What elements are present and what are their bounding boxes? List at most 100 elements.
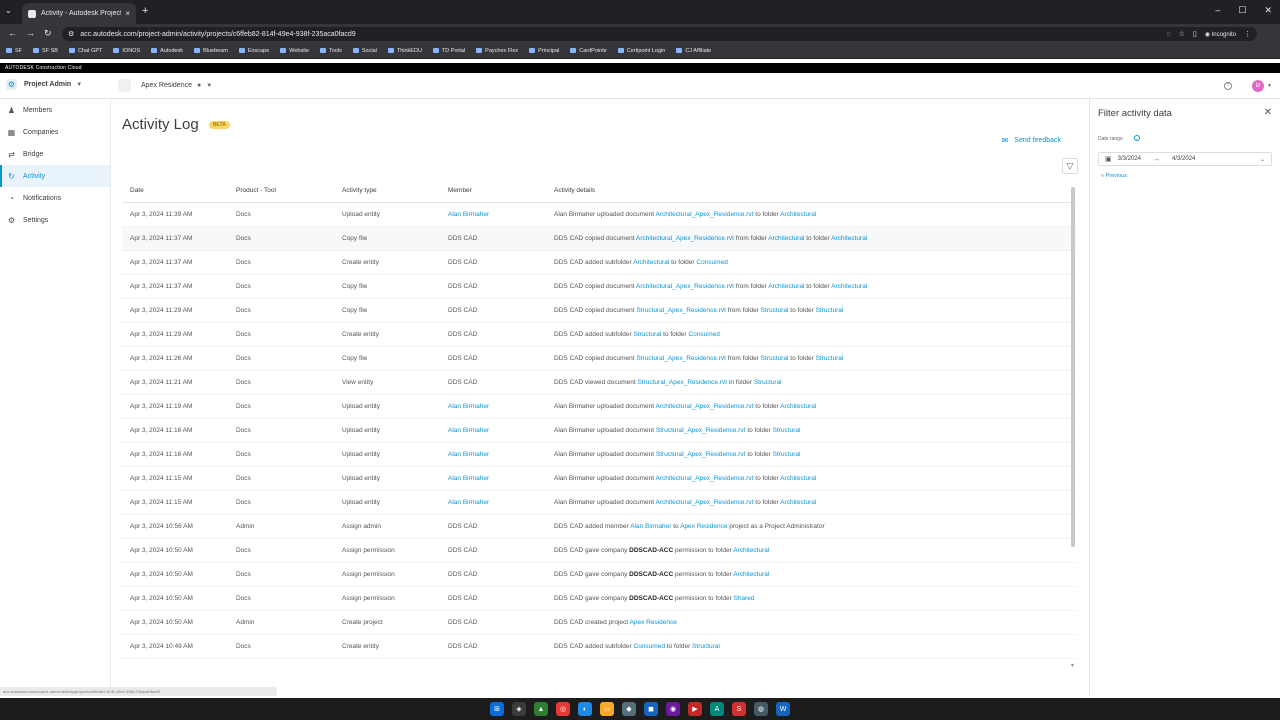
details-link[interactable]: Architectural — [768, 283, 804, 290]
cell-member[interactable]: Alan Birmaher — [440, 451, 546, 458]
table-row[interactable]: Apr 3, 2024 11:15 AM Docs Upload entity Ala… — [122, 467, 1076, 491]
copilot-icon[interactable]: ◈ — [512, 702, 526, 716]
table-row[interactable]: Apr 3, 2024 10:56 AM Admin Assign admin DDS… — [122, 515, 1076, 539]
bookmark-item[interactable]: SF — [6, 48, 22, 54]
edge-icon[interactable]: ◐ — [578, 702, 592, 716]
info-icon[interactable]: i — [1134, 135, 1140, 141]
details-link[interactable]: Consumed — [634, 643, 665, 650]
details-link[interactable]: Alan Birmaher — [630, 523, 671, 530]
app-icon[interactable]: S — [732, 702, 746, 716]
column-header-activity-details[interactable]: Activity details — [546, 187, 1076, 194]
sidebar-item-notifications[interactable]: ◔ Notifications — [0, 187, 110, 209]
table-scrollbar[interactable]: ▼ — [1070, 183, 1076, 669]
details-link[interactable]: Architectural — [780, 211, 816, 218]
app-icon[interactable]: ◍ — [754, 702, 768, 716]
details-link[interactable]: Architectural — [780, 403, 816, 410]
acrobat-icon[interactable]: ▶ — [688, 702, 702, 716]
table-row[interactable]: Apr 3, 2024 11:19 AM Docs Upload entity Ala… — [122, 395, 1076, 419]
details-link[interactable]: Architectural — [780, 475, 816, 482]
details-link[interactable]: Architectural_Apex_Residence.rvt — [636, 235, 734, 242]
minimize-icon[interactable]: – — [1215, 5, 1220, 16]
details-link[interactable]: Architectural — [633, 259, 669, 266]
project-selector[interactable]: Apex Residence ● ▼ — [118, 79, 212, 92]
app-icon[interactable]: A — [710, 702, 724, 716]
details-link[interactable]: Architectural — [780, 499, 816, 506]
table-row[interactable]: Apr 3, 2024 10:50 AM Docs Assign permissio… — [122, 539, 1076, 563]
send-feedback-link[interactable]: ✉ Send feedback — [1002, 136, 1061, 145]
details-link[interactable]: Architectural_Apex_Residence.rvt — [656, 403, 754, 410]
details-link[interactable]: Architectural_Apex_Residence.rvt — [656, 211, 754, 218]
bookmark-item[interactable]: Enscape — [238, 48, 269, 54]
outlook-icon[interactable]: ◼ — [644, 702, 658, 716]
table-row[interactable]: Apr 3, 2024 10:49 AM Docs Create entity DDS… — [122, 635, 1076, 659]
new-tab-button[interactable]: + — [142, 5, 148, 17]
bookmark-item[interactable]: Paychex Flex — [476, 48, 518, 54]
bookmark-item[interactable]: Autodesk — [151, 48, 183, 54]
table-row[interactable]: Apr 3, 2024 10:50 AM Docs Assign permissio… — [122, 587, 1076, 611]
details-link[interactable]: Structural — [816, 355, 844, 362]
bookmark-item[interactable]: CardPointe — [570, 48, 607, 54]
filter-button[interactable]: ▽ — [1062, 158, 1078, 174]
details-link[interactable]: Architectural — [831, 283, 867, 290]
date-range-picker[interactable]: ▣ 3/3/2024 → 4/3/2024 ⌄ — [1098, 152, 1272, 166]
details-link[interactable]: Structural — [773, 427, 801, 434]
details-link[interactable]: Structural_Apex_Residence.rvt — [637, 379, 727, 386]
file-explorer-icon[interactable]: ▭ — [600, 702, 614, 716]
browser-menu-icon[interactable]: ⋮ — [1244, 30, 1251, 38]
previous-link[interactable]: « Previous — [1101, 173, 1127, 179]
details-link[interactable]: Structural_Apex_Residence.rvt — [656, 427, 746, 434]
app-icon[interactable]: ◉ — [666, 702, 680, 716]
sidebar-item-members[interactable]: ♟ Members — [0, 99, 110, 121]
word-icon[interactable]: W — [776, 702, 790, 716]
table-row[interactable]: Apr 3, 2024 11:16 AM Docs Upload entity Ala… — [122, 443, 1076, 467]
maximize-icon[interactable]: ☐ — [1238, 5, 1246, 16]
teams-icon[interactable]: ▲ — [534, 702, 548, 716]
column-header-member[interactable]: Member — [440, 187, 546, 194]
side-panel-icon[interactable]: ▯ — [1193, 30, 1197, 38]
chevron-down-icon[interactable]: ⌄ — [1260, 156, 1265, 163]
module-selector[interactable]: ⚙ Project Admin ▼ — [6, 79, 82, 90]
bookmark-item[interactable]: CJ Affiliate — [676, 48, 711, 54]
sidebar-item-companies[interactable]: ▦ Companies — [0, 121, 110, 143]
bookmark-item[interactable]: TD Portal — [432, 48, 465, 54]
details-link[interactable]: Structural — [761, 355, 789, 362]
table-row[interactable]: Apr 3, 2024 11:39 AM Docs Upload entity Ala… — [122, 203, 1076, 227]
bookmark-item[interactable]: Principal — [529, 48, 559, 54]
bookmark-item[interactable]: Chat GPT — [68, 48, 102, 54]
tab-close-icon[interactable]: × — [125, 9, 130, 18]
table-row[interactable]: Apr 3, 2024 11:26 AM Docs Copy file DDS CAD… — [122, 347, 1076, 371]
table-row[interactable]: Apr 3, 2024 11:29 AM Docs Copy file DDS CAD… — [122, 299, 1076, 323]
end-date[interactable]: 4/3/2024 — [1172, 156, 1195, 162]
details-link[interactable]: Architectural — [733, 547, 769, 554]
scroll-down-icon[interactable]: ▼ — [1070, 663, 1075, 669]
sidebar-item-settings[interactable]: ⚙ Settings — [0, 209, 110, 231]
details-link[interactable]: Structural_Apex_Residence.rvt — [636, 355, 726, 362]
table-row[interactable]: Apr 3, 2024 11:37 AM Docs Create entity DDS… — [122, 251, 1076, 275]
details-link[interactable]: Apex Residence — [630, 619, 677, 626]
bookmark-item[interactable]: IONOS — [113, 48, 140, 54]
tab-list-icon[interactable]: ⌄ — [5, 6, 12, 15]
details-link[interactable]: Architectural_Apex_Residence.rvt — [656, 475, 754, 482]
bookmark-item[interactable]: Bluebeam — [194, 48, 228, 54]
column-header-activity-type[interactable]: Activity type — [334, 187, 440, 194]
details-link[interactable]: Architectural_Apex_Residence.rvt — [636, 283, 734, 290]
details-link[interactable]: Consumed — [696, 259, 727, 266]
app-icon[interactable]: ◆ — [622, 702, 636, 716]
details-link[interactable]: Structural — [761, 307, 789, 314]
details-link[interactable]: Consumed — [688, 331, 719, 338]
bookmark-item[interactable]: Website — [280, 48, 309, 54]
forward-icon[interactable]: → — [26, 28, 35, 38]
incognito-badge[interactable]: ◉ Incognito — [1205, 31, 1236, 38]
details-link[interactable]: Apex Residence — [680, 523, 727, 530]
column-header-product-tool[interactable]: Product - Tool — [228, 187, 334, 194]
start-icon[interactable]: ⊞ — [490, 702, 504, 716]
details-link[interactable]: Structural_Apex_Residence.rvt — [636, 307, 726, 314]
bookmark-item[interactable]: SF SB — [33, 48, 58, 54]
table-row[interactable]: Apr 3, 2024 11:37 AM Docs Copy file DDS CAD… — [122, 227, 1076, 251]
avatar[interactable]: EI — [1252, 80, 1264, 92]
details-link[interactable]: Structural — [634, 331, 662, 338]
reload-icon[interactable]: ↻ — [44, 28, 52, 39]
bookmark-item[interactable]: Certipoint Login — [617, 48, 665, 54]
cell-member[interactable]: Alan Birmaher — [440, 211, 546, 218]
table-row[interactable]: Apr 3, 2024 11:29 AM Docs Create entity DDS… — [122, 323, 1076, 347]
